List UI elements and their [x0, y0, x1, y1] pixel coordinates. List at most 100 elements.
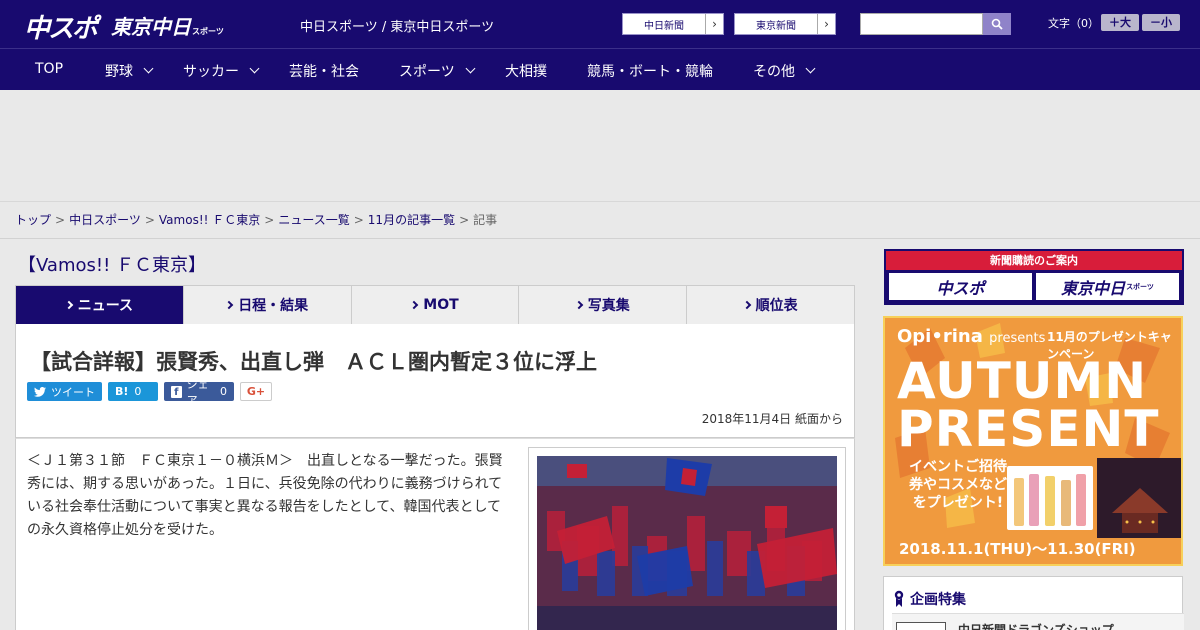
- font-size-label: 文字（0）: [1048, 17, 1099, 30]
- tab-label: MOT: [423, 297, 459, 313]
- castle-night-illustration: [1097, 458, 1181, 538]
- tab-schedule[interactable]: 日程・結果: [184, 286, 352, 324]
- tweet-button[interactable]: ツイート: [27, 382, 102, 401]
- chusupo-subscription-logo[interactable]: 中スポ: [889, 273, 1032, 300]
- twitter-icon: [34, 386, 46, 397]
- ad-headline-2: PRESENT: [897, 400, 1160, 458]
- crowd-photo-illustration: [537, 456, 837, 630]
- breadcrumb-news-list[interactable]: ニュース一覧: [278, 213, 349, 227]
- breadcrumb-current: 記事: [473, 213, 498, 227]
- ad-promo-text: イベントご招待券やコスメなどをプレゼント!: [909, 459, 1007, 511]
- tokyo-chunichi-logo[interactable]: 東京中日スポーツ: [111, 11, 224, 40]
- chevron-down-icon: [805, 63, 816, 74]
- nav-item-soccer[interactable]: サッカー: [183, 61, 260, 81]
- article-date: 2018年11月4日 紙面から: [701, 412, 843, 426]
- nav-item-sports[interactable]: スポーツ: [399, 61, 476, 81]
- ad-banner-area: [0, 90, 1200, 202]
- hatena-bookmark-button[interactable]: B! 0: [108, 382, 158, 401]
- tokyo-logo-text: 東京中日: [111, 15, 191, 39]
- chevron-down-icon: [249, 63, 260, 74]
- ad-presents: presents: [989, 331, 1046, 346]
- breadcrumb-separator: >: [264, 213, 275, 227]
- breadcrumb-top[interactable]: トップ: [15, 213, 51, 227]
- feature-list-item[interactable]: 中日新聞ドラゴンズショップ: [892, 613, 1184, 630]
- nav-item-racing[interactable]: 競馬・ボート・競輪: [587, 61, 713, 81]
- top-header: 中スポ 東京中日スポーツ 中日スポーツ / 東京中日スポーツ 中日新聞 › 東京…: [0, 0, 1200, 48]
- breadcrumb-separator: >: [144, 213, 155, 227]
- search-input[interactable]: [860, 13, 983, 35]
- font-larger-button[interactable]: ＋大: [1101, 14, 1139, 31]
- feature-thumbnail: [896, 622, 946, 630]
- tab-label: ニュース: [77, 298, 134, 314]
- article-header: 【試合詳報】張賢秀、出直し弾 ＡＣＬ圏内暫定３位に浮上 ツイート B! 0 f …: [15, 324, 855, 438]
- section-tabs: ニュース 日程・結果 MOT 写真集 順位表: [15, 285, 855, 332]
- ad-brand-name: Opi•rina: [897, 326, 983, 347]
- tab-news[interactable]: ニュース: [16, 286, 184, 332]
- tab-photos[interactable]: 写真集: [519, 286, 688, 324]
- nav-label: 競馬・ボート・競輪: [587, 64, 713, 80]
- chusupo-logo[interactable]: 中スポ: [24, 8, 98, 45]
- facebook-icon: f: [171, 385, 182, 398]
- feature-item-label: 中日新聞ドラゴンズショップ: [958, 623, 1114, 630]
- article-photo: [537, 456, 837, 630]
- chunichi-shimbun-link[interactable]: 中日新聞 ›: [622, 13, 724, 35]
- divider: [0, 238, 1200, 239]
- section-title[interactable]: 【Vamos!! ＦＣ東京】: [18, 251, 206, 277]
- search-button[interactable]: [983, 13, 1011, 35]
- tokyo-chunichi-subscription-logo[interactable]: 東京中日 スポーツ: [1036, 273, 1179, 300]
- facebook-share-button[interactable]: f シェア 0: [164, 378, 234, 407]
- ribbon-icon: [894, 590, 904, 608]
- nav-item-entertainment[interactable]: 芸能・社会: [289, 61, 359, 81]
- breadcrumb-separator: >: [55, 213, 66, 227]
- article-text: ＜Ｊ１第３１節 ＦＣ東京１－０横浜Ｍ＞ 出直しとなる一撃だった。張賢秀には、期す…: [27, 453, 503, 538]
- feature-title: 企画特集: [910, 592, 966, 608]
- breadcrumb-vamos[interactable]: Vamos!! ＦＣ東京: [159, 213, 260, 227]
- tab-label: 写真集: [587, 298, 630, 314]
- article-title: 【試合詳報】張賢秀、出直し弾 ＡＣＬ圏内暫定３位に浮上: [30, 350, 597, 374]
- hatena-icon: B!: [115, 385, 129, 398]
- nav-label: その他: [753, 64, 795, 80]
- nav-item-baseball[interactable]: 野球: [105, 61, 154, 81]
- breadcrumb: トップ > 中日スポーツ > Vamos!! ＦＣ東京 > ニュース一覧 >11月の記事一覧 >…: [15, 211, 497, 228]
- chevron-down-icon: [465, 63, 476, 74]
- chevron-right-icon: ›: [705, 14, 723, 34]
- tab-standings[interactable]: 順位表: [687, 286, 854, 324]
- nav-label: TOP: [35, 61, 64, 77]
- tab-label: 順位表: [755, 298, 798, 314]
- autumn-present-ad[interactable]: Opi•rina presents 11月のプレゼントキャンペーン AUTUMN…: [883, 316, 1183, 566]
- facebook-share-label: シェア: [186, 377, 209, 407]
- tokyo-shimbun-link[interactable]: 東京新聞 ›: [734, 13, 836, 35]
- breadcrumb-separator: >: [459, 213, 470, 227]
- site-title[interactable]: 中日スポーツ / 東京中日スポーツ: [300, 16, 494, 35]
- nav-item-top[interactable]: TOP: [35, 61, 63, 77]
- chevron-right-icon: [574, 300, 584, 310]
- breadcrumb-month-list[interactable]: 11月の記事一覧: [368, 213, 455, 227]
- chevron-right-icon: [64, 300, 73, 310]
- chevron-right-icon: [224, 300, 234, 310]
- article-photo-frame[interactable]: [528, 447, 846, 630]
- tab-label: 日程・結果: [238, 298, 309, 314]
- share-buttons: ツイート B! 0 f シェア 0 G+: [27, 378, 272, 407]
- tokyo-subscription-sub: スポーツ: [1126, 282, 1154, 291]
- hatena-count: 0: [134, 385, 142, 398]
- subscription-banner[interactable]: 新聞購読のご案内 中スポ 東京中日 スポーツ: [884, 249, 1184, 305]
- nav-label: 芸能・社会: [289, 64, 359, 80]
- nav-item-sumo[interactable]: 大相撲: [505, 61, 547, 81]
- chevron-right-icon: [410, 300, 419, 310]
- nav-label: 野球: [105, 64, 133, 80]
- feature-heading: 企画特集: [894, 589, 966, 609]
- facebook-share-count: 0: [220, 385, 227, 398]
- tokyo-subscription-text: 東京中日: [1061, 278, 1126, 298]
- google-plus-button[interactable]: G+: [240, 382, 272, 401]
- nav-label: サッカー: [183, 64, 239, 80]
- tab-mot[interactable]: MOT: [352, 286, 520, 324]
- chevron-right-icon: ›: [817, 14, 835, 34]
- breadcrumb-separator: >: [353, 213, 364, 227]
- breadcrumb-chunichi-sports[interactable]: 中日スポーツ: [69, 213, 141, 227]
- nav-item-other[interactable]: その他: [753, 61, 816, 81]
- cosmetics-illustration: [1007, 466, 1093, 530]
- ad-dates: 2018.11.1(THU)〜11.30(FRI): [899, 540, 1136, 558]
- tweet-label: ツイート: [51, 385, 95, 399]
- subscription-header: 新聞購読のご案内: [886, 251, 1182, 270]
- font-smaller-button[interactable]: －小: [1142, 14, 1180, 31]
